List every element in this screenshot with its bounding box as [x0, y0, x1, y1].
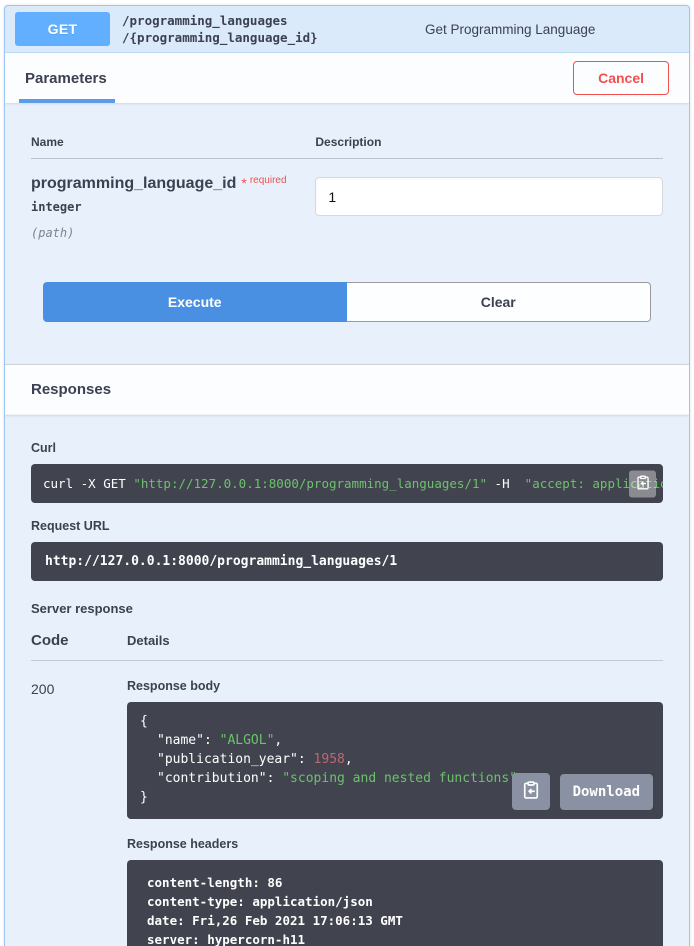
responses-section-header: Responses — [5, 364, 689, 415]
json-string-value: "ALGOL" — [220, 733, 275, 748]
json-open-brace: { — [140, 712, 650, 731]
json-colon: : — [298, 752, 314, 767]
operation-summary[interactable]: GET /programming_languages /{programming… — [5, 6, 689, 53]
operation-block-get: GET /programming_languages /{programming… — [4, 5, 690, 946]
response-body-label: Response body — [127, 679, 663, 693]
curl-url-string: "http://127.0.0.1:8000/programming_langu… — [133, 476, 487, 491]
response-headers-block: content-length: 86 content-type: applica… — [127, 860, 663, 946]
parameter-row: programming_language_id * required integer… — [31, 175, 663, 240]
response-header-line: content-length: 86 — [147, 873, 643, 892]
curl-header-flag: -H — [487, 476, 525, 491]
response-header-line: date: Fri,26 Feb 2021 17:06:13 GMT — [147, 911, 643, 930]
column-header-description: Description — [315, 135, 663, 149]
response-body-block: { "name": "ALGOL", "publication_year": 1… — [127, 702, 663, 819]
responses-title: Responses — [31, 381, 111, 398]
parameters-section-header: Parameters Cancel — [5, 53, 689, 103]
json-line-publication-year: "publication_year": 1958, — [140, 750, 650, 769]
responses-content: Curl curl -X GET "http://127.0.0.1:8000/… — [5, 415, 689, 946]
json-line-name: "name": "ALGOL", — [140, 731, 650, 750]
response-header-line: server: hypercorn-h11 — [147, 930, 643, 946]
endpoint-path: /programming_languages /{programming_lan… — [122, 12, 425, 46]
response-body-actions: Download — [512, 773, 653, 810]
json-key: "publication_year" — [157, 752, 298, 767]
json-number-value: 1958 — [314, 752, 345, 767]
json-string-value: "scoping and nested functions" — [282, 771, 517, 786]
execute-button[interactable]: Execute — [43, 282, 347, 322]
copy-curl-button[interactable] — [629, 470, 656, 497]
required-label: required — [250, 175, 287, 186]
execute-button-group: Execute Clear — [43, 282, 651, 322]
json-key: "name" — [157, 733, 204, 748]
response-table-header: Code Details — [31, 632, 663, 661]
clear-button[interactable]: Clear — [347, 282, 652, 322]
parameter-name-line: programming_language_id * required — [31, 175, 315, 193]
request-url-block: http://127.0.0.1:8000/programming_langua… — [31, 542, 663, 581]
parameters-table-header: Name Description — [31, 135, 663, 159]
curl-text: curl -X GET — [43, 476, 133, 491]
parameter-location: (path) — [31, 226, 315, 240]
json-colon: : — [267, 771, 283, 786]
curl-label: Curl — [31, 441, 663, 455]
download-button[interactable]: Download — [560, 774, 653, 810]
parameter-description-cell — [315, 175, 663, 240]
tab-parameters[interactable]: Parameters — [25, 53, 107, 103]
parameter-name-cell: programming_language_id * required integer… — [31, 175, 315, 240]
column-header-code: Code — [31, 632, 127, 649]
json-colon: : — [204, 733, 220, 748]
clipboard-copy-icon — [635, 474, 651, 493]
parameter-name: programming_language_id — [31, 175, 236, 192]
parameter-type: integer — [31, 200, 315, 214]
endpoint-path-line1: /programming_languages — [122, 12, 425, 29]
column-header-details: Details — [127, 633, 170, 648]
server-response-label: Server response — [31, 601, 663, 616]
status-code: 200 — [31, 679, 127, 946]
json-comma: , — [274, 733, 282, 748]
column-header-name: Name — [31, 135, 315, 149]
curl-command-block: curl -X GET "http://127.0.0.1:8000/progr… — [31, 464, 663, 503]
json-comma: , — [345, 752, 353, 767]
parameters-content: Name Description programming_language_id… — [5, 103, 689, 364]
response-details-cell: Response body { "name": "ALGOL", "public… — [127, 679, 663, 946]
request-url-text: http://127.0.0.1:8000/programming_langua… — [45, 554, 397, 569]
http-method-badge: GET — [15, 12, 110, 46]
response-header-line: content-type: application/json — [147, 892, 643, 911]
endpoint-path-line2: /{programming_language_id} — [122, 29, 425, 46]
cancel-button[interactable]: Cancel — [573, 61, 669, 95]
copy-response-button[interactable] — [512, 773, 550, 810]
required-star: * — [241, 175, 246, 191]
json-key: "contribution" — [157, 771, 267, 786]
parameter-value-input[interactable] — [315, 177, 663, 216]
response-headers-label: Response headers — [127, 837, 663, 851]
request-url-label: Request URL — [31, 519, 663, 533]
clipboard-copy-icon — [521, 780, 541, 803]
endpoint-summary-text: Get Programming Language — [425, 22, 679, 37]
response-row: 200 Response body { "name": "ALGOL", "pu… — [31, 679, 663, 946]
